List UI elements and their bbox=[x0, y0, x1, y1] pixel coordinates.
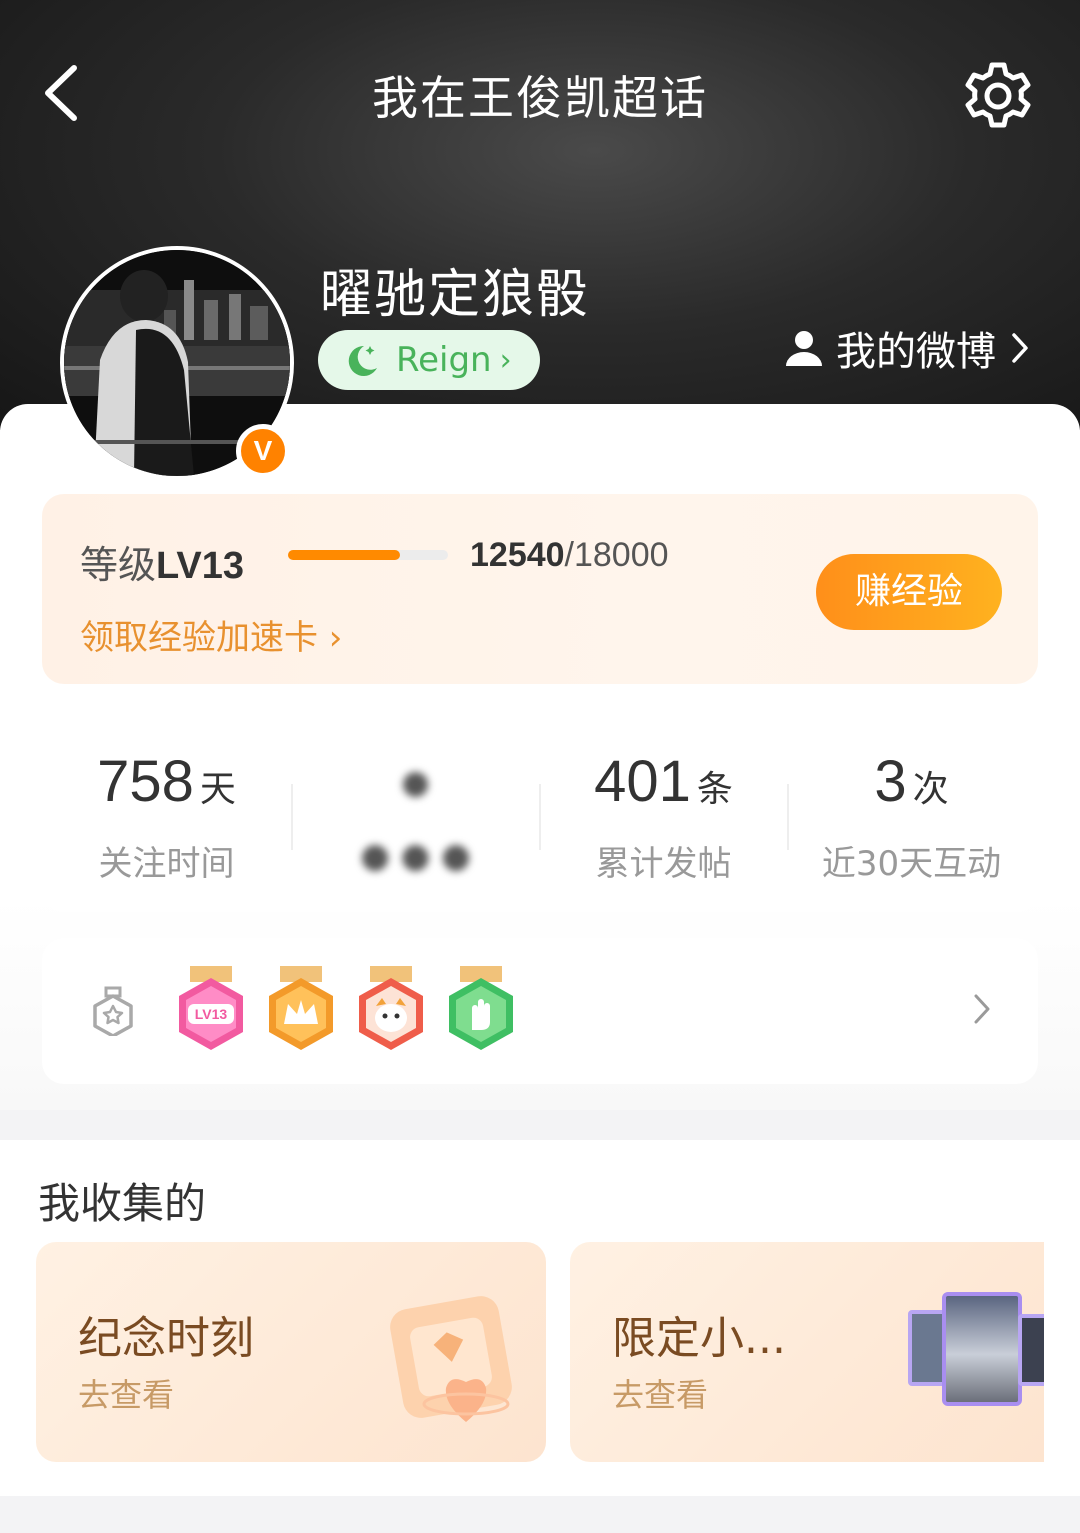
level-prefix: 等级 bbox=[80, 543, 157, 587]
exp-current: 12540 bbox=[470, 536, 565, 574]
exp-counter: 12540/18000 bbox=[470, 536, 669, 575]
title-pill-reign[interactable]: Reign › bbox=[318, 330, 540, 390]
stat-total-posts[interactable]: 401 条 累计发帖 bbox=[539, 708, 788, 912]
my-weibo-link[interactable]: 我的微博 bbox=[784, 320, 1030, 376]
title-pill-label: Reign bbox=[396, 340, 492, 380]
calendar-heart-icon bbox=[390, 1296, 512, 1422]
exp-boost-card-link[interactable]: 领取经验加速卡 › bbox=[80, 610, 342, 659]
section-title: 我收集的 bbox=[38, 1179, 207, 1228]
level-card: 等级LV13 12540/18000 领取经验加速卡 › 赚经验 bbox=[42, 494, 1038, 684]
verified-badge: V bbox=[236, 424, 290, 478]
stat-label: ● ● ● bbox=[360, 836, 471, 876]
stat-follow-days[interactable]: 758 天 关注时间 bbox=[42, 708, 291, 912]
stats-card: 758 天 关注时间 ● ● ● ● 401 条 累计发帖 3次 近30天互动 bbox=[42, 708, 1038, 912]
medal-level-icon: LV13 bbox=[179, 966, 243, 1050]
level-label: 等级LV13 bbox=[80, 534, 244, 589]
card-subtitle: 去查看 bbox=[612, 1376, 709, 1414]
svg-text:LV13: LV13 bbox=[195, 1006, 228, 1022]
photo-card-thumb bbox=[942, 1292, 1022, 1406]
chevron-right-icon bbox=[974, 994, 990, 1024]
username: 曜驰定狼骰 bbox=[320, 265, 591, 325]
person-icon bbox=[786, 331, 822, 366]
card-title: 限定小... bbox=[612, 1313, 786, 1364]
medal-hand-icon bbox=[449, 966, 513, 1050]
collection-card-memorial[interactable]: 纪念时刻 去查看 bbox=[36, 1242, 546, 1462]
stat-value: 401 条 bbox=[594, 749, 733, 814]
stat-hidden[interactable]: ● ● ● ● bbox=[291, 708, 540, 912]
earn-exp-button[interactable]: 赚经验 bbox=[816, 554, 1002, 630]
page-title: 我在王俊凯超话 bbox=[372, 71, 708, 125]
stat-value: ● bbox=[397, 749, 434, 814]
stat-interactions-30d[interactable]: 3次 近30天互动 bbox=[787, 708, 1036, 912]
bottom-strip bbox=[0, 1496, 1080, 1533]
exp-progress-fill bbox=[288, 550, 400, 560]
chevron-right-icon: › bbox=[499, 342, 512, 378]
medal-cartoon-icon bbox=[359, 966, 423, 1050]
my-weibo-label: 我的微博 bbox=[836, 329, 996, 375]
card-title: 纪念时刻 bbox=[78, 1313, 254, 1364]
gear-icon[interactable] bbox=[960, 58, 1036, 134]
stat-value: 758 天 bbox=[97, 749, 236, 814]
medal-crown-icon bbox=[269, 966, 333, 1050]
stat-label: 累计发帖 bbox=[595, 844, 732, 884]
moon-star-icon bbox=[348, 345, 377, 376]
stat-value: 3次 bbox=[874, 749, 949, 814]
exp-progress-bar bbox=[288, 550, 448, 560]
stat-label: 近30天互动 bbox=[821, 844, 1002, 884]
badge-wall[interactable]: LV13 bbox=[42, 938, 1038, 1084]
chevron-right-icon bbox=[1012, 333, 1028, 363]
collection-card-limited[interactable]: 限定小... 去查看 bbox=[570, 1242, 1044, 1462]
exp-max: /18000 bbox=[564, 536, 669, 574]
medal-outline-icon bbox=[93, 986, 133, 1036]
collection-section: 我收集的 纪念时刻 去查看 限定小... 去查看 bbox=[0, 1140, 1080, 1496]
level-value: LV13 bbox=[156, 545, 245, 587]
card-subtitle: 去查看 bbox=[78, 1376, 175, 1414]
stat-label: 关注时间 bbox=[98, 844, 235, 884]
photo-card-thumb bbox=[1018, 1314, 1044, 1386]
